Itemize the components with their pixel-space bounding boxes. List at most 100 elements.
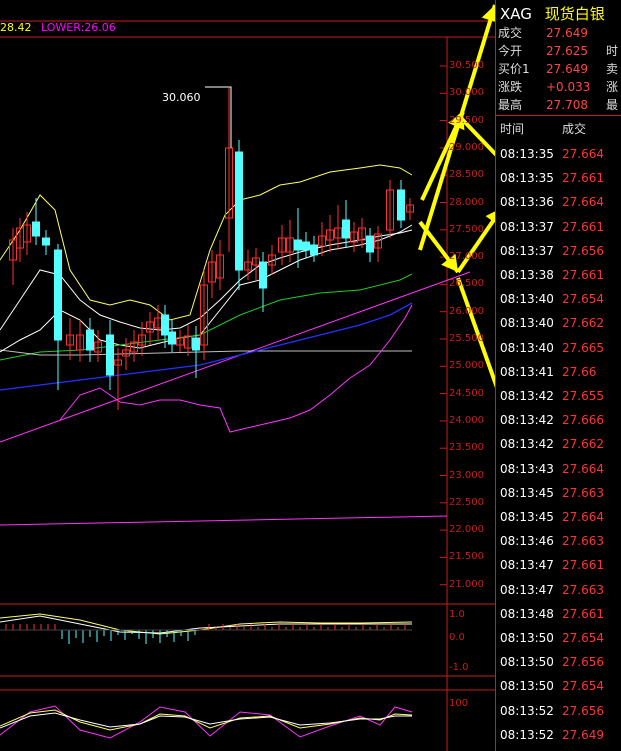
candle-3 <box>32 198 40 245</box>
tick-time: 08:13:47 <box>500 558 554 573</box>
tick-price: 27.665 <box>562 340 604 355</box>
tick-time: 08:13:50 <box>500 679 554 694</box>
price-tick-label: 23.000 <box>449 469 484 481</box>
tick-price: 27.66 <box>562 364 597 379</box>
price-tick-label: 29.500 <box>449 114 484 126</box>
tick-row: 08:13:37 27.656 <box>500 239 604 263</box>
tick-row: 08:13:50 27.656 <box>500 650 604 674</box>
tick-row: 08:13:45 27.664 <box>500 505 604 529</box>
tick-row: 08:13:38 27.661 <box>500 263 604 287</box>
tick-row: 08:13:40 27.665 <box>500 336 604 360</box>
tick-row: 08:13:36 27.664 <box>500 190 604 214</box>
candle-9 <box>94 330 102 362</box>
tick-row: 08:13:40 27.662 <box>500 311 604 335</box>
peak-label: 30.060 <box>162 91 201 104</box>
quote-value: 27.649 <box>546 26 588 40</box>
ticks-header: 时间 成交 <box>500 120 621 137</box>
price-tick-label: 25.500 <box>449 333 484 344</box>
candle-19 <box>176 330 184 352</box>
candle-45 <box>397 180 405 228</box>
price-tick-label: 26.500 <box>449 278 484 290</box>
quote-row: 涨跌 +0.033 涨 <box>498 79 618 95</box>
price-tick-label: 22.000 <box>449 524 484 536</box>
price-tick-label: 27.500 <box>449 223 484 235</box>
quote-label: 成交 <box>498 26 523 40</box>
price-header: 成交 <box>562 122 587 136</box>
candle-44 <box>386 180 394 238</box>
candle-14 <box>138 322 146 356</box>
candle-39 <box>342 200 350 248</box>
quote-extra: 最 <box>606 98 619 112</box>
price-tick-label: 26.000 <box>449 305 484 317</box>
lower-bound-line <box>0 515 448 526</box>
symbol: XAG <box>500 5 532 23</box>
tick-row: 08:13:50 27.654 <box>500 674 604 698</box>
tick-row: 08:13:45 27.663 <box>500 481 604 505</box>
tick-price: 27.664 <box>562 195 604 210</box>
quote-label: 今开 <box>498 44 523 58</box>
peak-marker-line <box>205 86 232 148</box>
tick-row: 08:13:35 27.664 <box>500 142 604 166</box>
quote-label: 买价1 <box>498 62 530 76</box>
tick-row: 08:13:46 27.663 <box>500 529 604 553</box>
quote-extra: 涨 <box>606 80 619 94</box>
tick-time: 08:13:45 <box>500 485 554 500</box>
tick-price: 27.661 <box>562 219 604 234</box>
price-tick-label: 30.500 <box>449 60 484 71</box>
kdj-axis-top: 100 <box>449 698 469 709</box>
tick-price: 27.654 <box>562 631 604 645</box>
tick-price: 27.664 <box>562 510 604 524</box>
tick-price: 27.661 <box>562 606 604 621</box>
macd-axis-zero: 0.0 <box>449 632 465 643</box>
tick-row: 08:13:52 27.656 <box>500 699 604 723</box>
candle-42 <box>366 228 374 262</box>
candle-22 <box>200 270 208 360</box>
candle-34 <box>302 232 310 258</box>
candle-46 <box>406 198 414 220</box>
price-gridlines <box>440 65 447 586</box>
quote-title: XAG 现货白银 <box>500 3 605 24</box>
indicator-legend: 28.42 LOWER:26.06 <box>0 21 116 34</box>
boll-upper-value: 28.42 <box>0 21 32 34</box>
tick-price: 27.656 <box>562 243 604 258</box>
tick-row: 08:13:42 27.662 <box>500 432 604 456</box>
tick-row: 08:13:42 27.666 <box>500 408 604 432</box>
chart-frame <box>0 20 495 751</box>
tick-price: 27.664 <box>562 147 604 161</box>
quote-extra: 时 <box>606 44 619 58</box>
tick-time: 08:13:52 <box>500 703 554 718</box>
instrument-name: 现货白银 <box>544 5 605 23</box>
price-tick-label: 24.500 <box>449 387 484 399</box>
quote-label: 最高 <box>498 98 523 112</box>
price-tick-label: 22.500 <box>449 496 484 508</box>
tick-price: 27.656 <box>562 703 604 718</box>
tick-price: 27.663 <box>562 485 604 500</box>
tick-time: 08:13:40 <box>500 316 554 331</box>
tick-time: 08:13:45 <box>500 510 554 524</box>
candle-7 <box>76 320 84 362</box>
tick-price: 27.655 <box>562 389 604 403</box>
tick-time: 08:13:43 <box>500 461 554 476</box>
tick-time: 08:13:40 <box>500 292 554 307</box>
tick-price: 27.656 <box>562 655 604 670</box>
candle-5 <box>54 244 62 390</box>
candle-43 <box>374 226 382 262</box>
time-header: 时间 <box>500 122 525 136</box>
tick-price: 27.662 <box>562 437 604 452</box>
tick-time: 08:13:46 <box>500 534 554 549</box>
price-tick-label: 27.000 <box>449 251 484 263</box>
tick-price: 27.663 <box>562 582 604 597</box>
annotation-arrows <box>418 4 495 388</box>
tick-price: 27.661 <box>562 558 604 573</box>
tick-price: 27.661 <box>562 268 604 282</box>
price-chart[interactable] <box>0 0 495 751</box>
candle-13 <box>130 330 138 362</box>
quote-extra: 卖 <box>606 62 619 76</box>
candle-24 <box>216 240 224 290</box>
tick-time: 08:13:48 <box>500 606 554 621</box>
candle-37 <box>326 215 334 252</box>
tick-row: 08:13:43 27.664 <box>500 457 604 481</box>
candle-36 <box>318 222 326 256</box>
price-tick-label: 28.500 <box>449 169 484 181</box>
candle-26 <box>235 140 243 290</box>
